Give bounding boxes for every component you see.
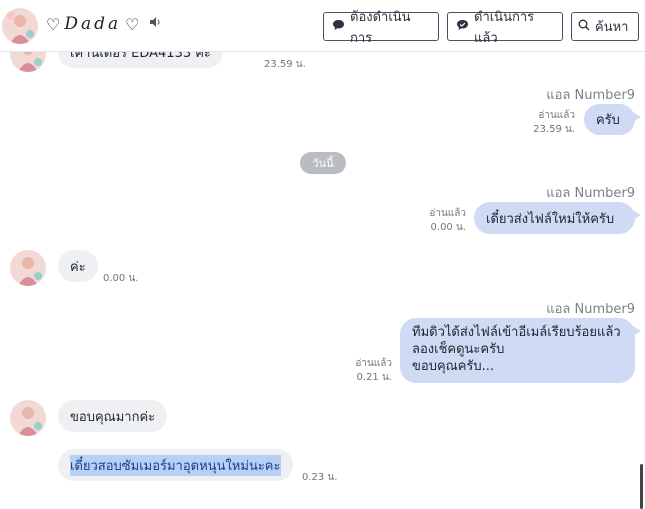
contact-avatar-small[interactable] xyxy=(10,400,46,436)
outgoing-message[interactable]: เดี๋ยวส่งไฟล์ใหม่ให้ครับ xyxy=(474,202,641,234)
done-button-label: ดำเนินการแล้ว xyxy=(474,9,535,46)
sender-name: แอล Number9 xyxy=(546,186,635,201)
done-button[interactable]: ดำเนินการแล้ว xyxy=(447,10,563,46)
message-line: ทีมดิวได้ส่งไฟล์เข้าอีเมล์เรียบร้อยแล้ว xyxy=(412,325,621,340)
chat-check-icon xyxy=(456,19,469,34)
todo-button-label: ต้องดำเนินการ xyxy=(350,9,411,46)
search-icon xyxy=(578,19,590,34)
incoming-message[interactable]: เดี๋ยวสอบซัมเมอร์มาอุดหนุนใหม่นะคะ xyxy=(58,449,293,481)
incoming-message[interactable]: เคาน์เตอร์ EDA4133 ค่ะ xyxy=(58,52,223,68)
message-time: 0.21 น. xyxy=(356,372,392,383)
message-time: 0.00 น. xyxy=(103,273,139,284)
message-line: ลองเช็คดูนะครับ xyxy=(412,342,505,357)
incoming-message[interactable]: ขอบคุณมากค่ะ xyxy=(58,400,168,432)
read-status: อ่านแล้ว xyxy=(538,110,575,121)
contact-name: ♡ Dada ♡ xyxy=(46,14,162,34)
contact-avatar-small[interactable] xyxy=(10,250,46,286)
sender-name: แอล Number9 xyxy=(546,302,635,317)
sender-name: แอล Number9 xyxy=(546,88,635,103)
heart-icon: ♡ xyxy=(46,14,61,34)
contact-avatar-small[interactable] xyxy=(10,52,46,72)
message-line: ขอบคุณครับ... xyxy=(412,359,495,374)
read-status: อ่านแล้ว xyxy=(355,358,392,369)
chat-window[interactable]: เคาน์เตอร์ EDA4133 ค่ะ 23.59 น. แอล Numb… xyxy=(0,52,645,509)
search-button[interactable]: ค้นหา xyxy=(571,12,639,41)
message-meta: อ่านแล้ว 0.21 น. xyxy=(355,357,392,385)
heart-icon: ♡ xyxy=(125,14,140,34)
message-time: 23.59 น. xyxy=(264,59,306,70)
message-text: เคาน์เตอร์ EDA4133 ค่ะ xyxy=(70,52,211,61)
message-text: ค่ะ xyxy=(70,259,86,275)
incoming-message[interactable]: ค่ะ xyxy=(58,250,98,282)
search-button-label: ค้นหา xyxy=(595,20,629,35)
message-text: ขอบคุณมากค่ะ xyxy=(70,409,156,425)
read-status: อ่านแล้ว xyxy=(429,208,466,219)
message-time: 23.59 น. xyxy=(533,124,575,135)
message-time: 0.00 น. xyxy=(430,222,466,233)
chat-header: ♡ Dada ♡ ต้องดำเนินการ ดำเนินการแล้ว ค้น… xyxy=(0,0,645,52)
scrollbar-thumb[interactable] xyxy=(640,464,643,509)
speaker-icon[interactable] xyxy=(149,16,162,32)
message-text: เดี๋ยวสอบซัมเมอร์มาอุดหนุนใหม่นะคะ xyxy=(70,454,281,476)
outgoing-message[interactable]: ครับ xyxy=(584,104,641,135)
message-meta: อ่านแล้ว 23.59 น. xyxy=(533,109,575,137)
contact-name-text: Dada xyxy=(64,14,122,34)
message-text: ครับ xyxy=(596,113,620,128)
outgoing-message[interactable]: ทีมดิวได้ส่งไฟล์เข้าอีเมล์เรียบร้อยแล้ว … xyxy=(400,318,641,383)
todo-button[interactable]: ต้องดำเนินการ xyxy=(323,10,439,46)
message-meta: อ่านแล้ว 0.00 น. xyxy=(429,207,466,235)
contact-avatar[interactable] xyxy=(2,8,38,44)
chat-bubble-icon xyxy=(332,19,345,34)
message-text: เดี๋ยวส่งไฟล์ใหม่ให้ครับ xyxy=(486,211,615,227)
message-time: 0.23 น. xyxy=(302,472,338,483)
date-divider: วันนี้ xyxy=(300,152,346,174)
